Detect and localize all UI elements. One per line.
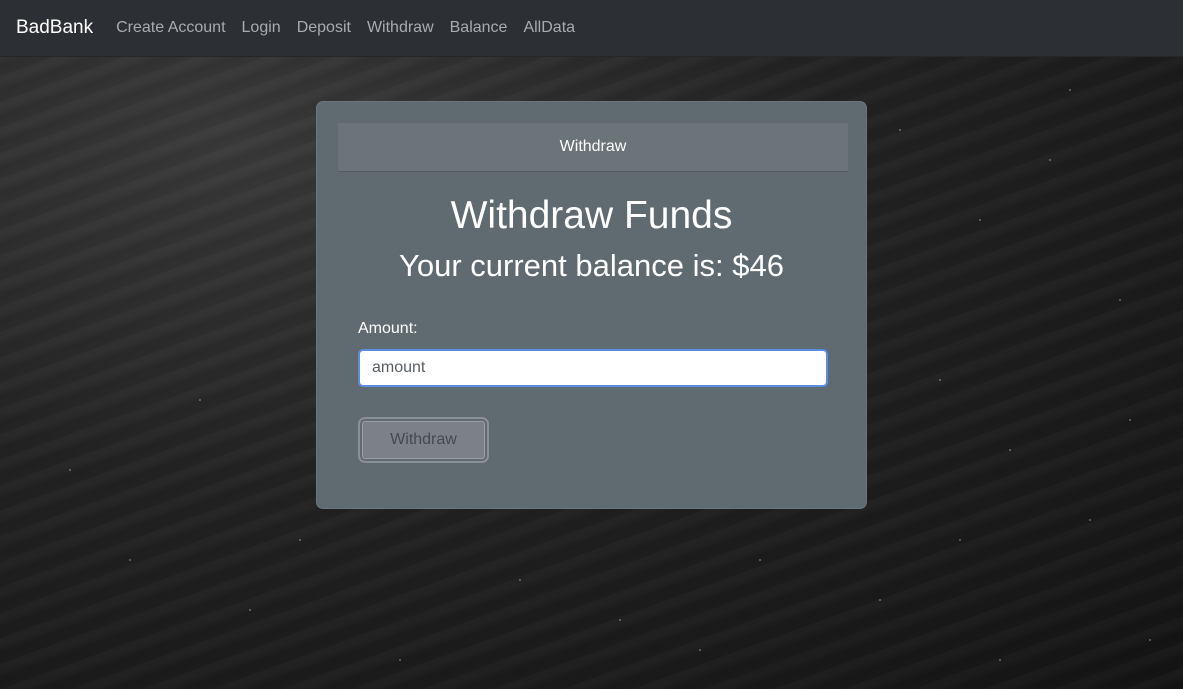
nav-link-login[interactable]: Login: [242, 19, 281, 37]
nav-link-deposit[interactable]: Deposit: [297, 19, 351, 37]
nav-link-balance[interactable]: Balance: [450, 19, 508, 37]
amount-input[interactable]: [358, 349, 828, 387]
balance-text: Your current balance is: $46: [399, 248, 784, 283]
withdraw-card: Withdraw Withdraw Funds Your current bal…: [316, 101, 867, 509]
card-header: Withdraw: [338, 123, 848, 172]
nav-link-alldata[interactable]: AllData: [523, 19, 575, 37]
top-navbar: BadBank Create Account Login Deposit Wit…: [0, 0, 1183, 57]
nav-link-create-account[interactable]: Create Account: [116, 19, 225, 37]
withdraw-button[interactable]: Withdraw: [358, 417, 489, 463]
card-title: Withdraw Funds: [450, 194, 733, 237]
nav-link-withdraw[interactable]: Withdraw: [367, 19, 434, 37]
brand-logo-link[interactable]: BadBank: [16, 17, 93, 39]
amount-label: Amount:: [358, 320, 418, 337]
